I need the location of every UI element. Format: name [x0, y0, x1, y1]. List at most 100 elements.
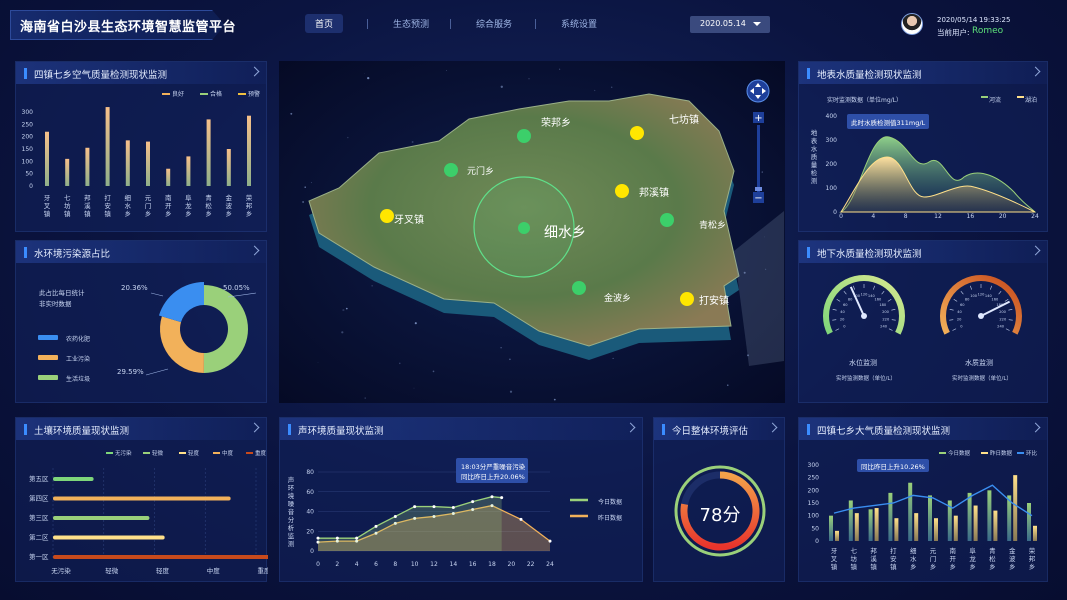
gauge-tick — [888, 328, 893, 331]
zoom-handle[interactable] — [755, 187, 762, 191]
map-marker — [680, 292, 694, 306]
x-tick-label: 水 — [125, 201, 132, 210]
x-tick-label: 溪 — [84, 201, 91, 210]
gauge-tick — [832, 309, 837, 311]
x-tick-label: 坊 — [851, 554, 858, 563]
y-axis-label: 检 — [811, 168, 818, 177]
legend-swatch — [213, 452, 220, 454]
x-tick-label: 乡 — [125, 210, 132, 218]
x-tick-label: 邦 — [870, 546, 877, 555]
x-tick-label: 8 — [393, 561, 397, 568]
y-axis-label: 地 — [811, 128, 818, 137]
y-tick-label: 250 — [22, 121, 34, 128]
y-tick-label: 200 — [22, 134, 34, 141]
star — [290, 112, 293, 115]
surface-tooltip: 此时水质检测值311mg/L — [847, 114, 929, 129]
air-chart: 良好 合格 预警300250200150100500牙叉镇七坊镇邦溪镇打安镇细水乡元… — [22, 90, 260, 218]
x-tick-label: 12 — [934, 213, 942, 220]
bar — [53, 477, 94, 481]
map-label: 七坊镇 — [669, 113, 699, 126]
map-marker — [572, 281, 586, 295]
x-tick-label: 无污染 — [51, 566, 71, 575]
gauge-tick — [960, 290, 964, 295]
x-tick-label: 2 — [335, 561, 339, 568]
x-tick-label: 20 — [508, 561, 516, 568]
gauge-tick — [949, 309, 954, 311]
star — [413, 387, 415, 389]
gauge-tick-label: 240 — [997, 324, 1005, 328]
x-tick-label: 乡 — [969, 563, 976, 571]
map-label: 荣邦乡 — [541, 116, 571, 129]
donut-slice — [203, 285, 248, 373]
gauge1-unit: 实时监测数据（单位/L） — [836, 376, 896, 382]
x-tick-label: 乡 — [165, 210, 172, 218]
y-tick-label: 第二区 — [29, 533, 49, 542]
x-tick-label: 14 — [450, 561, 458, 568]
legend-swatch — [200, 93, 208, 95]
star — [304, 186, 306, 188]
map-marker — [615, 184, 629, 198]
x-tick-label: 荣 — [1029, 546, 1036, 555]
x-tick-label: 10 — [411, 561, 419, 568]
y-tick-label: 0 — [29, 183, 33, 190]
nav-forecast[interactable]: 生态预测 — [393, 17, 429, 30]
legend-swatch — [981, 452, 988, 454]
legend-label: 生活垃圾 — [66, 376, 91, 383]
bar — [53, 516, 150, 520]
map-marker — [380, 209, 394, 223]
star — [509, 390, 513, 393]
x-tick-label: 波 — [1009, 554, 1016, 563]
x-tick-label: 青 — [989, 546, 996, 555]
avatar[interactable] — [901, 13, 923, 35]
y-tick-label: 250 — [808, 475, 820, 482]
county-map[interactable]: 细水乡 荣邦乡 七坊镇元门乡邦溪镇牙叉镇 青松乡金波乡 打安镇 + − — [279, 61, 785, 403]
legend-yesterday: 昨日数据 — [598, 515, 623, 522]
y-tick-label: 200 — [826, 161, 838, 168]
x-tick-label: 乡 — [1029, 563, 1036, 571]
y-axis-label: 水 — [811, 144, 818, 153]
x-tick-label: 8 — [904, 213, 908, 220]
gauge-tick — [887, 299, 892, 302]
y-tick-label: 第一区 — [29, 552, 49, 561]
legend-swatch — [38, 355, 58, 360]
data-point — [519, 517, 523, 521]
gauge-hub — [861, 313, 867, 319]
nav-settings[interactable]: 系统设置 — [561, 17, 597, 30]
x-tick-label: 邦 — [84, 193, 91, 202]
pct-label: 20.36% — [121, 284, 148, 292]
legend-label: 预警 — [248, 90, 260, 98]
soil-chart: 无污染 轻微 轻度 中度 重度无污染 轻微 轻度 中度 重度第五区第四区第三区第二区第一区 — [29, 449, 268, 575]
data-point — [316, 536, 320, 540]
star — [445, 70, 447, 71]
star — [317, 361, 319, 363]
legend-swatch — [1017, 452, 1024, 454]
pct-label: 50.05% — [223, 284, 250, 292]
bar-today — [928, 495, 932, 541]
legend-swatch — [162, 93, 170, 95]
data-point — [432, 505, 436, 509]
nav-services[interactable]: 综合服务 — [476, 17, 512, 30]
ground-water-panel: 地下水质量检测现状监测 0 20 40 60 80 100 120 140 160 180 200 2… — [798, 240, 1048, 403]
map-marker — [517, 129, 531, 143]
y-axis-label: 分 — [288, 515, 295, 524]
legend-label: 中度 — [222, 449, 234, 457]
map-marker — [630, 126, 644, 140]
x-tick-label: 18 — [488, 561, 496, 568]
bar-yesterday — [894, 518, 899, 541]
legend-label: 良好 — [172, 90, 184, 98]
data-point — [393, 514, 397, 518]
nav-home[interactable]: 首页 — [305, 14, 344, 33]
bar-today — [848, 500, 853, 541]
gauge-tick — [835, 328, 840, 331]
y-tick-label: 0 — [815, 538, 819, 545]
gauge-tick — [952, 328, 957, 331]
bar-yesterday — [874, 508, 879, 541]
star — [364, 397, 366, 399]
x-tick-label: 乡 — [930, 563, 937, 571]
x-tick-label: 坊 — [64, 201, 71, 210]
overall-panel: 今日整体环境评估 78分 — [653, 417, 785, 582]
date-select[interactable]: 2020.05.14 — [690, 16, 770, 33]
legend-swatch — [143, 452, 150, 454]
x-tick-label: 牙 — [831, 547, 838, 555]
gauge-tick-label: 20 — [957, 317, 962, 321]
